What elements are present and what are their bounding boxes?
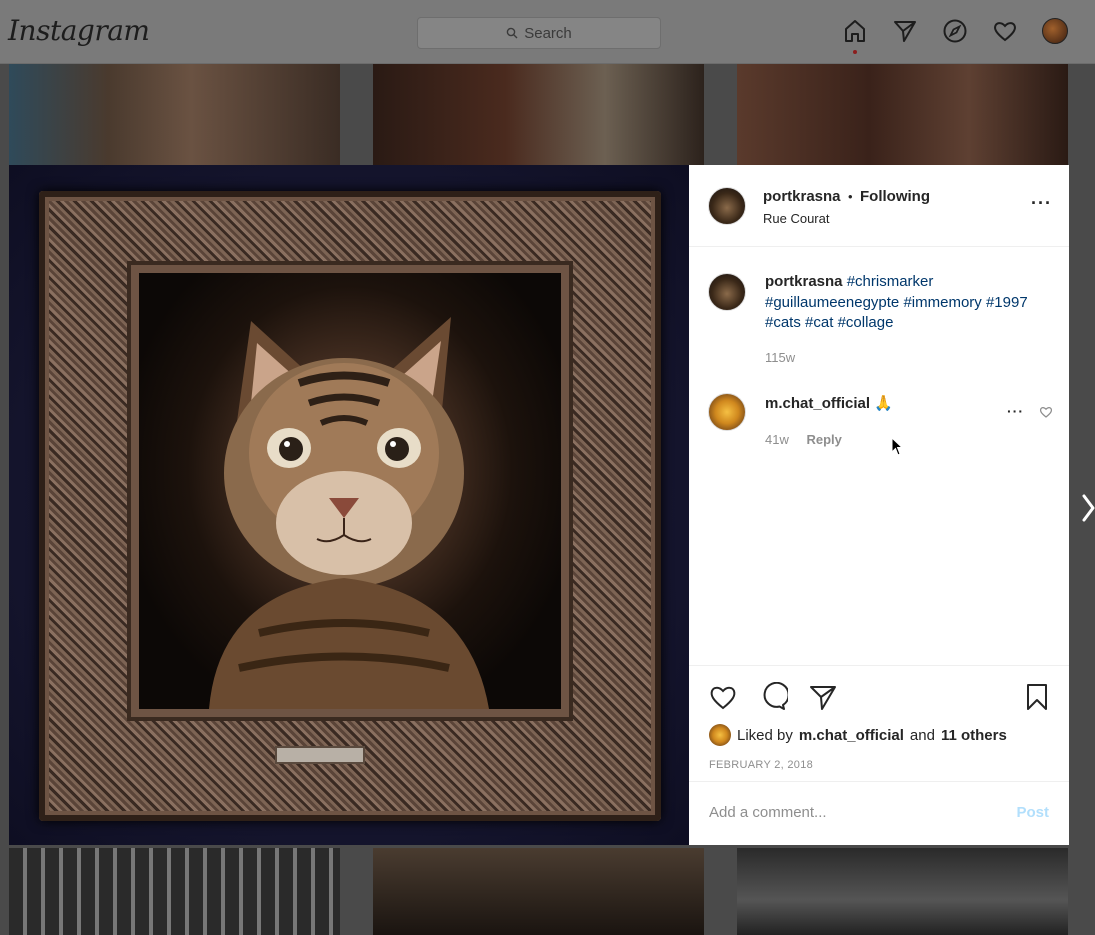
home-active-dot (853, 50, 857, 54)
post-location[interactable]: Rue Courat (763, 211, 829, 226)
grid-image[interactable] (737, 848, 1068, 935)
grid-image[interactable] (373, 64, 704, 165)
commenter-avatar[interactable] (708, 393, 746, 431)
likes-others[interactable]: 11 others (941, 727, 1007, 744)
comment-age[interactable]: 41w (765, 432, 789, 447)
author-line: portkrasna • Following (763, 188, 930, 206)
post-header: portkrasna • Following Rue Courat ··· (689, 165, 1069, 247)
hashtag[interactable]: #cats (765, 314, 801, 331)
comment-username[interactable]: m.chat_official (765, 395, 870, 412)
hashtag[interactable]: #immemory (903, 294, 981, 311)
share-icon[interactable] (808, 682, 838, 712)
explore-icon[interactable] (940, 16, 970, 46)
next-post-arrow-icon[interactable] (1078, 488, 1095, 528)
grid-image[interactable] (373, 848, 704, 935)
save-bookmark-icon[interactable] (1022, 682, 1052, 712)
direct-icon[interactable] (890, 16, 920, 46)
caption-age[interactable]: 115w (765, 350, 795, 365)
grid-image[interactable] (9, 64, 340, 165)
separator-dot: • (847, 189, 853, 204)
frame-plaque (275, 746, 365, 764)
hashtag[interactable]: #collage (838, 314, 894, 331)
comment-text: 🙏 (874, 395, 893, 412)
post-comment-button[interactable]: Post (1016, 804, 1049, 821)
home-icon[interactable] (840, 16, 870, 54)
caption-author-avatar[interactable] (708, 273, 746, 311)
grid-image[interactable] (737, 64, 1068, 165)
comment-icon[interactable] (758, 682, 788, 712)
following-button[interactable]: Following (860, 188, 930, 205)
mouse-cursor-icon (891, 437, 904, 456)
hashtag[interactable]: #1997 (986, 294, 1028, 311)
caption-username[interactable]: portkrasna (765, 273, 843, 290)
instagram-window: Instagram Search portkrasna • Following … (0, 0, 1095, 935)
cat-portrait (139, 273, 561, 709)
add-comment-bar: Post (689, 781, 1069, 846)
author-avatar[interactable] (708, 187, 746, 225)
likes-conj: and (909, 726, 935, 744)
post-image[interactable] (9, 165, 689, 845)
hashtag[interactable]: #cat (805, 314, 833, 331)
comment-meta: 41w Reply (765, 432, 842, 447)
post-detail-panel: portkrasna • Following Rue Courat ··· po… (689, 165, 1069, 845)
comment: m.chat_official 🙏 (765, 394, 893, 412)
like-icon[interactable] (708, 682, 738, 712)
search-icon (506, 27, 518, 39)
reply-button[interactable]: Reply (806, 432, 841, 447)
caption: portkrasna #chrismarker #guillaumeenegyp… (765, 272, 1065, 334)
hashtag[interactable]: #chrismarker (847, 273, 934, 290)
top-navigation-bar: Instagram Search (0, 0, 1095, 64)
liker-avatar[interactable] (709, 724, 731, 746)
search-placeholder: Search (524, 24, 572, 42)
likes-summary: Liked by m.chat_official and 11 others (709, 724, 1007, 746)
more-options-icon[interactable]: ··· (1031, 193, 1052, 214)
author-username[interactable]: portkrasna (763, 188, 841, 205)
hashtag[interactable]: #guillaumeenegypte (765, 294, 899, 311)
comment-like-icon[interactable] (1039, 405, 1053, 419)
post-date[interactable]: FEBRUARY 2, 2018 (709, 759, 813, 771)
add-comment-input[interactable] (709, 804, 989, 821)
instagram-logo[interactable]: Instagram (8, 14, 150, 47)
nav-icons (840, 16, 1070, 54)
search-box[interactable]: Search (417, 17, 661, 49)
activity-heart-icon[interactable] (990, 16, 1020, 46)
comment-options-icon[interactable]: ··· (1007, 403, 1024, 419)
likes-prefix: Liked by (737, 726, 793, 744)
grid-image[interactable] (9, 848, 340, 935)
ornate-frame (39, 191, 661, 821)
liker-username[interactable]: m.chat_official (799, 727, 904, 744)
post-actions: Liked by m.chat_official and 11 others F… (689, 665, 1069, 847)
profile-avatar[interactable] (1040, 16, 1070, 46)
